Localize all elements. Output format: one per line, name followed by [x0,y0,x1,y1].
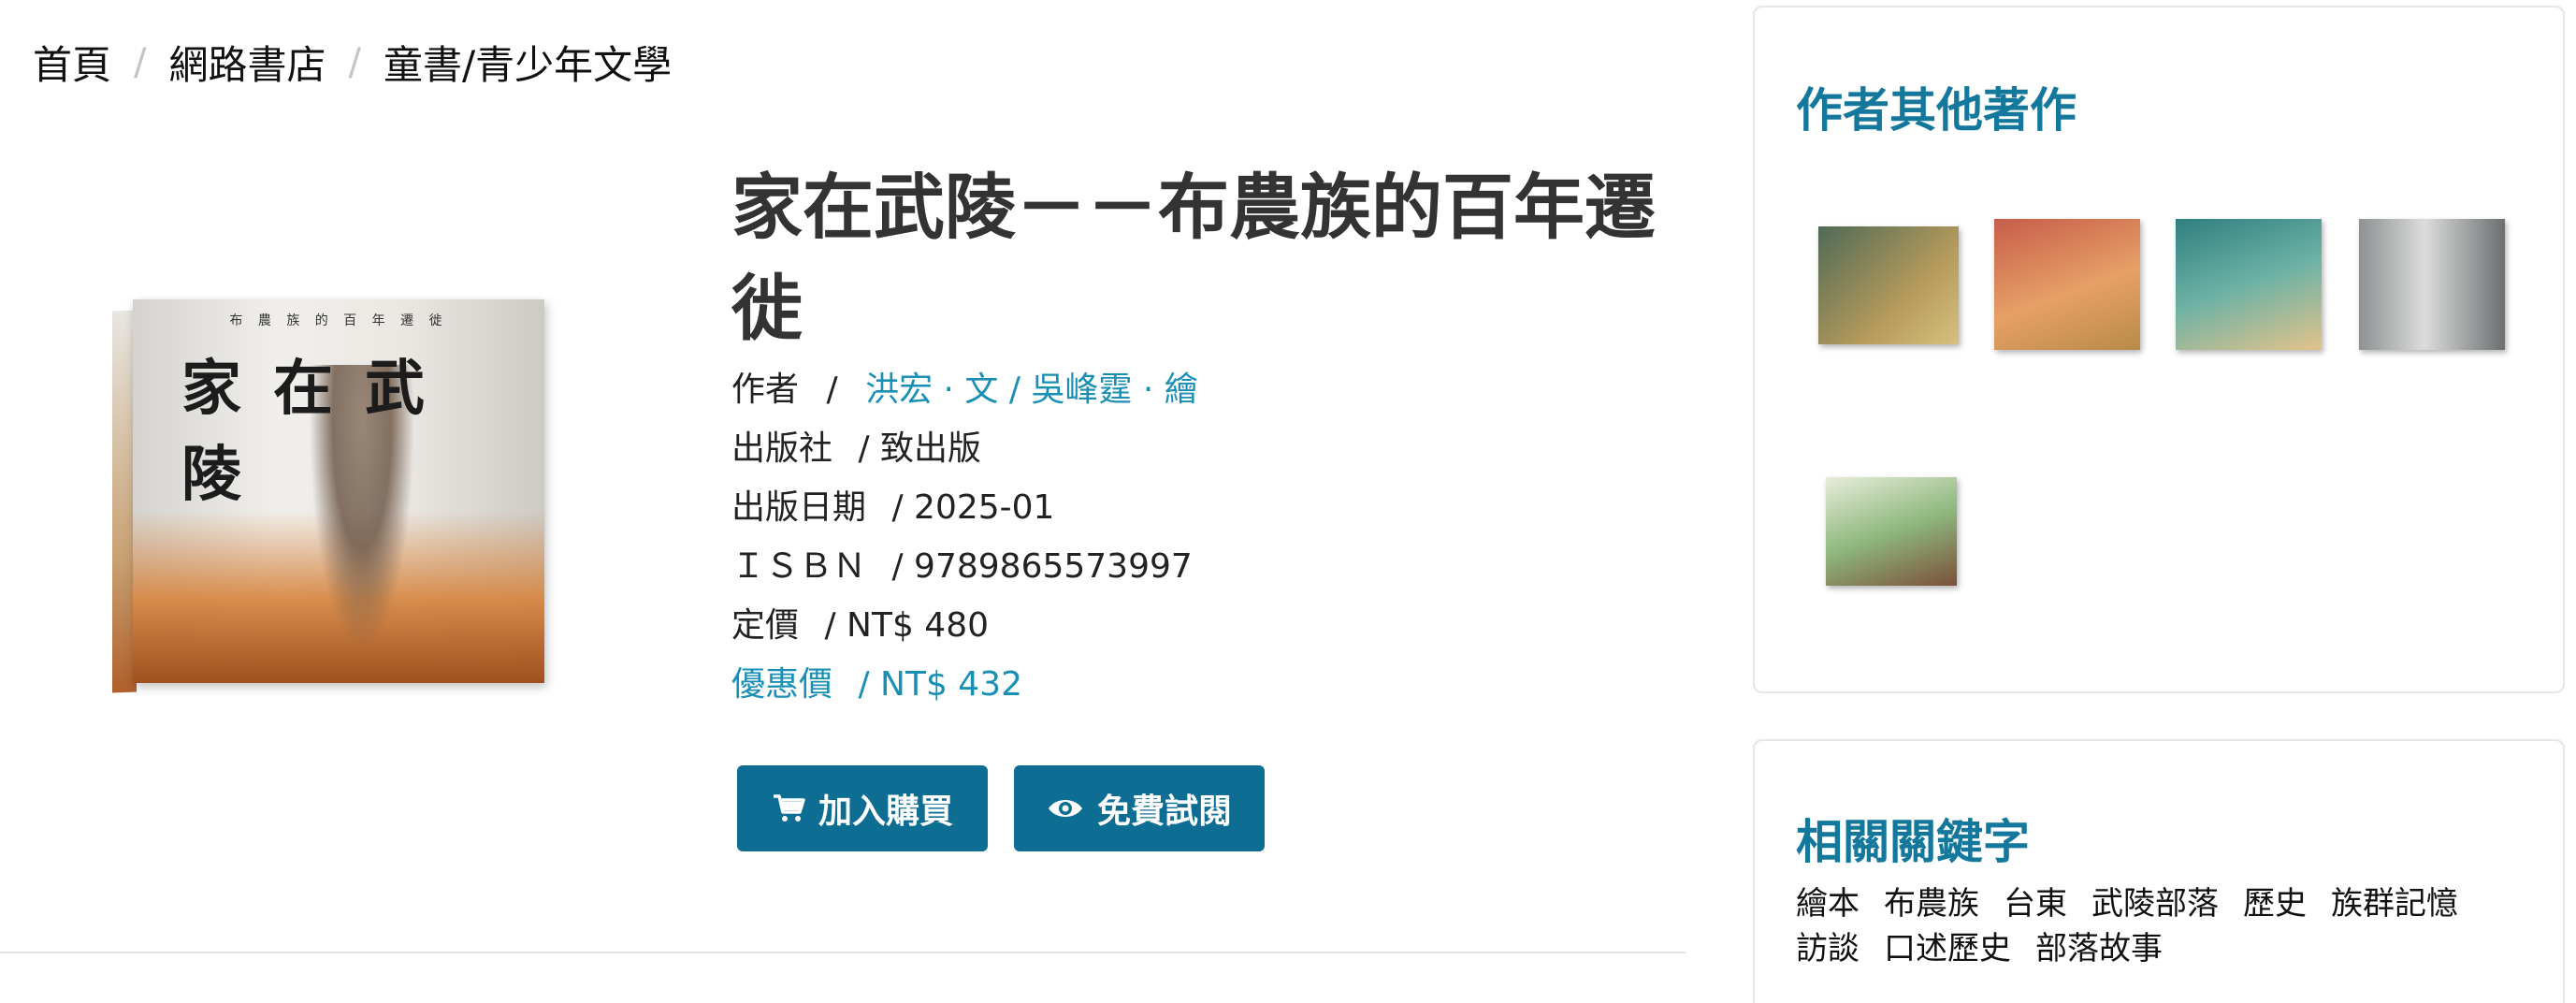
publisher-label: 出版社 [731,429,833,468]
sale-price-value: / NT$ 432 [858,665,1023,704]
cart-icon [772,793,805,823]
breadcrumb: 首頁 / 網路書店 / 童書/青少年文學 [33,34,672,91]
eye-icon [1047,795,1084,821]
keyword-tag[interactable]: 武陵部落 [2091,881,2219,926]
keyword-tag[interactable]: 台東 [2004,881,2067,926]
meta-list-price: 定價 / NT$ 480 [731,596,1198,655]
meta-isbn: ＩＳＢＮ / 9789865573997 [731,537,1198,596]
sale-price-label: 優惠價 [731,665,833,704]
other-work-thumb-4[interactable] [2359,219,2505,350]
book-detail-page: 首頁 / 網路書店 / 童書/青少年文學 布 農 族 的 百 年 遷 徙 家在武… [0,0,2576,1003]
keyword-tag[interactable]: 繪本 [1796,881,1860,926]
other-work-thumb-2[interactable] [1994,219,2140,350]
other-work-thumb-1[interactable] [1818,226,1959,344]
meta-publisher: 出版社 / 致出版 [731,419,1198,478]
isbn-value: / 9789865573997 [891,547,1193,586]
author-link[interactable]: 洪宏 · 文 / 吳峰霆 · 繪 [865,371,1198,409]
date-value: / 2025-01 [891,488,1055,527]
date-label: 出版日期 [731,488,867,527]
price-label: 定價 [731,606,800,645]
keyword-tag[interactable]: 歷史 [2243,881,2307,926]
add-to-cart-button[interactable]: 加入購買 [737,765,988,851]
other-works-card: 作者其他著作 [1753,6,2565,693]
other-works-title: 作者其他著作 [1796,83,2077,138]
add-to-cart-label: 加入購買 [818,792,953,831]
publisher-value: / 致出版 [858,429,982,468]
cover-title: 家在武陵 [181,354,456,510]
breadcrumb-home[interactable]: 首頁 [33,34,111,91]
keyword-list: 繪本 布農族 台東 武陵部落 歷史 族群記憶 訪談 口述歷史 部落故事 [1796,881,2525,971]
author-label: 作者 [731,371,800,409]
meta-sep: / [826,371,838,409]
keyword-tag[interactable]: 布農族 [1884,881,1979,926]
keyword-tag[interactable]: 部落故事 [2035,926,2163,971]
breadcrumb-bookstore[interactable]: 網路書店 [169,34,326,91]
breadcrumb-category[interactable]: 童書/青少年文學 [384,34,672,91]
keyword-tag[interactable]: 口述歷史 [1884,926,2011,971]
related-keywords-card: 相關關鍵字 繪本 布農族 台東 武陵部落 歷史 族群記憶 訪談 口述歷史 部落故… [1753,739,2565,1003]
book-title: 家在武陵－－布農族的百年遷徙 [731,166,1656,350]
breadcrumb-separator: / [134,40,147,84]
cover-subtitle: 布 農 族 的 百 年 遷 徙 [229,313,448,328]
price-value: / NT$ 480 [824,606,990,645]
other-work-thumb-5[interactable] [1826,477,1957,586]
related-keywords-title: 相關關鍵字 [1796,815,2030,869]
keyword-tag[interactable]: 族群記憶 [2331,881,2458,926]
other-work-thumb-3[interactable] [2176,219,2322,350]
book-cover[interactable]: 布 農 族 的 百 年 遷 徙 家在武陵 [112,299,544,693]
keyword-tag[interactable]: 訪談 [1796,926,1860,971]
meta-author: 作者 / 洪宏 · 文 / 吳峰霆 · 繪 [731,360,1198,419]
breadcrumb-separator: / [348,40,361,84]
isbn-label: ＩＳＢＮ [731,547,867,586]
meta-sale-price: 優惠價 / NT$ 432 [731,655,1198,714]
book-meta: 作者 / 洪宏 · 文 / 吳峰霆 · 繪 出版社 / 致出版 出版日期 / 2… [731,360,1198,714]
book-cover-front: 布 農 族 的 百 年 遷 徙 家在武陵 [133,299,544,683]
meta-date: 出版日期 / 2025-01 [731,478,1198,537]
free-preview-button[interactable]: 免費試閱 [1014,765,1265,851]
content-divider [0,952,1686,953]
free-preview-label: 免費試閱 [1096,792,1232,831]
